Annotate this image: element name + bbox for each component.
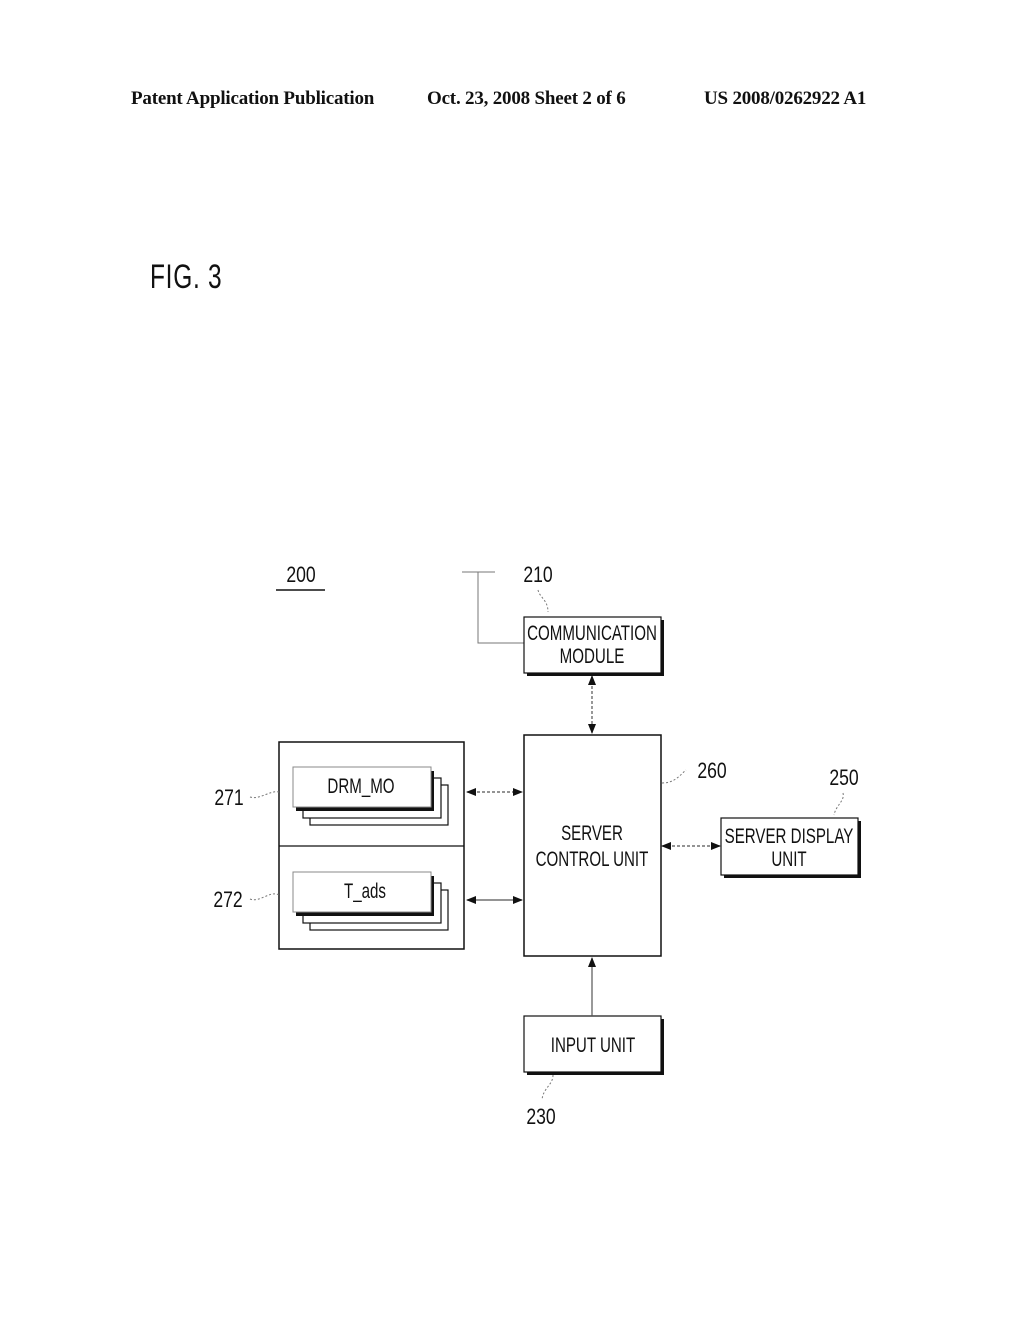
communication-module-line1: COMMUNICATION <box>527 620 657 644</box>
ref-260: 260 <box>697 759 726 783</box>
ref-271: 271 <box>214 786 243 810</box>
input-unit-label: INPUT UNIT <box>551 1032 635 1056</box>
drm-mo-stack: DRM_MO <box>292 766 449 826</box>
server-control-unit-line1: SERVER <box>561 820 623 844</box>
server-display-unit-line2: UNIT <box>771 846 806 870</box>
ref-210: 210 <box>523 563 552 587</box>
leader-260 <box>661 769 687 784</box>
system-ref-200: 200 <box>276 563 325 591</box>
leader-210 <box>537 589 549 613</box>
ref-272: 272 <box>213 888 242 912</box>
leader-271 <box>249 791 280 799</box>
server-display-unit-line1: SERVER DISPLAY <box>725 823 854 847</box>
server-control-unit-block: SERVER CONTROL UNIT <box>523 734 662 957</box>
input-unit-block: INPUT UNIT <box>523 1015 664 1075</box>
communication-module-block: COMMUNICATION MODULE <box>523 616 664 676</box>
server-control-unit-line2: CONTROL UNIT <box>536 846 649 870</box>
server-display-unit-block: SERVER DISPLAY UNIT <box>720 817 861 878</box>
t-ads-stack: T_ads <box>292 871 449 931</box>
drm-mo-label: DRM_MO <box>327 773 394 798</box>
leader-230 <box>541 1074 554 1101</box>
svg-text:200: 200 <box>286 563 315 587</box>
leader-272 <box>249 893 280 901</box>
ref-250: 250 <box>829 766 858 790</box>
block-diagram: 200 COMMUNICATION MODULE 210 SERVER CONT… <box>213 563 861 1130</box>
network-connection-line-2 <box>477 572 524 644</box>
leader-250 <box>833 792 844 816</box>
t-ads-label: T_ads <box>344 878 386 903</box>
ref-230: 230 <box>526 1105 555 1129</box>
communication-module-line2: MODULE <box>560 643 625 667</box>
